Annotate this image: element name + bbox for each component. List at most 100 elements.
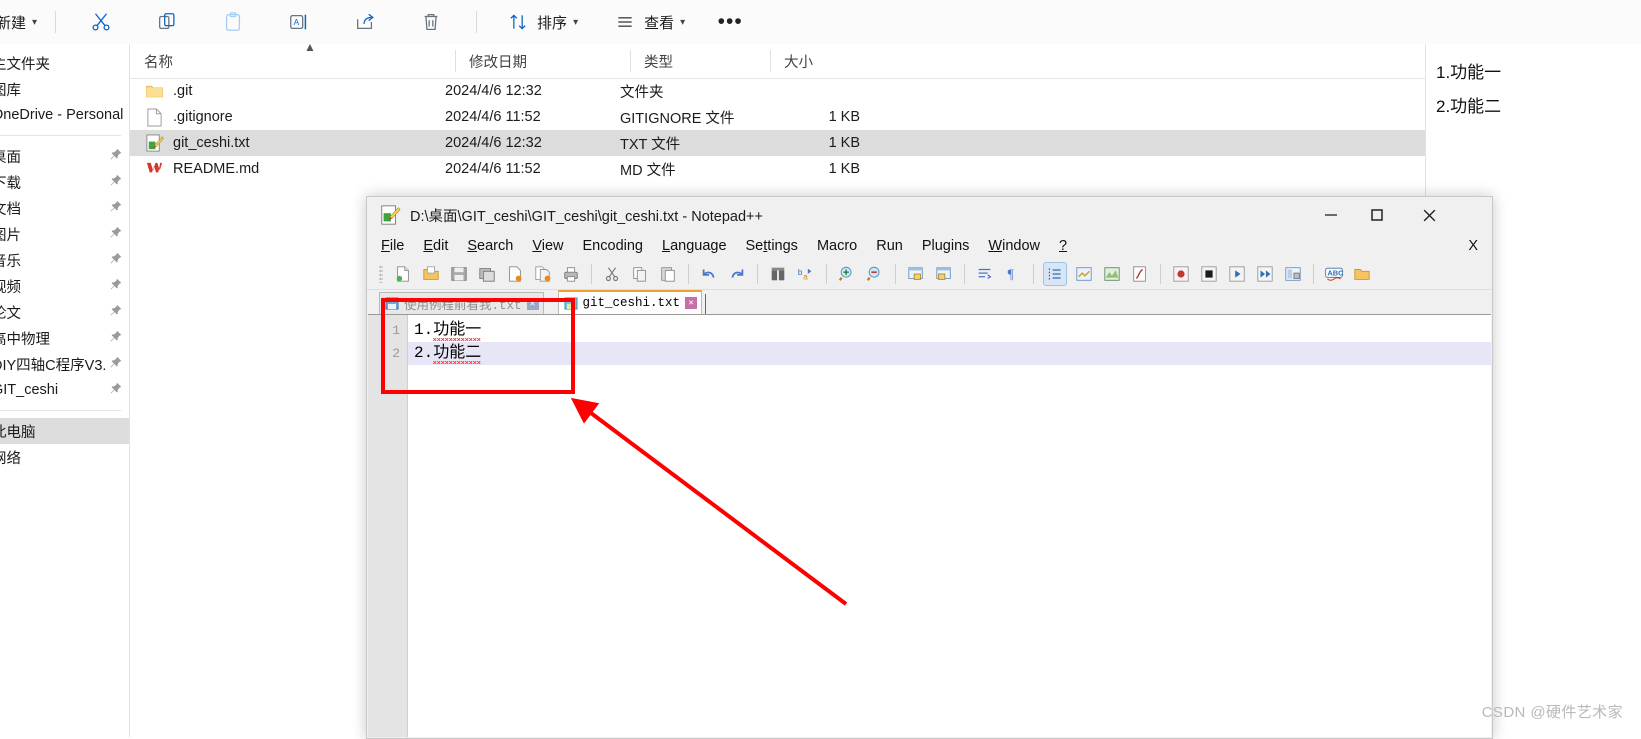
menu-item-run[interactable]: Run xyxy=(876,238,903,254)
paste-button[interactable] xyxy=(210,5,256,39)
minimize-button[interactable] xyxy=(1308,197,1354,233)
menu-item-edit[interactable]: Edit xyxy=(423,238,448,254)
sidebar-item-桌面[interactable]: 桌面 xyxy=(0,143,129,169)
column-header-type[interactable]: 类型 xyxy=(630,44,770,78)
stop-recording-icon[interactable] xyxy=(1198,263,1220,285)
editor-area[interactable]: 12 1.功能一 2.功能二 xyxy=(368,314,1491,737)
open-file-icon[interactable] xyxy=(420,263,442,285)
new-file-icon[interactable] xyxy=(392,263,414,285)
menu-item-view[interactable]: View xyxy=(532,238,563,254)
delete-button[interactable] xyxy=(408,5,454,39)
menu-item-encoding[interactable]: Encoding xyxy=(583,238,643,254)
sidebar-item-论文[interactable]: 论文 xyxy=(0,299,129,325)
print-icon[interactable] xyxy=(560,263,582,285)
code-content[interactable]: 1.功能一 2.功能二 xyxy=(408,315,1491,737)
sync-horizontal-scroll-icon[interactable] xyxy=(933,263,955,285)
sidebar-item-网络[interactable]: 网络 xyxy=(0,444,129,470)
menu-item-file[interactable]: File xyxy=(381,238,404,254)
open-folder-icon[interactable] xyxy=(1351,263,1373,285)
find-icon[interactable] xyxy=(767,263,789,285)
sidebar-item-主文件夹[interactable]: 主文件夹 xyxy=(0,50,129,76)
sidebar-item-图片[interactable]: 图片 xyxy=(0,221,129,247)
rename-button[interactable]: A xyxy=(276,5,322,39)
code-line[interactable]: 2.功能二 xyxy=(408,342,1491,365)
sidebar-item-图库[interactable]: 图库 xyxy=(0,76,129,102)
file-name-cell[interactable]: .git xyxy=(130,81,445,101)
sidebar-item-文档[interactable]: 文档 xyxy=(0,195,129,221)
cut-icon[interactable] xyxy=(601,263,623,285)
sidebar-item-音乐[interactable]: 音乐 xyxy=(0,247,129,273)
menu-item-macro[interactable]: Macro xyxy=(817,238,857,254)
playback-icon[interactable] xyxy=(1226,263,1248,285)
user-defined-dialog-icon[interactable] xyxy=(1073,263,1095,285)
show-all-characters-icon[interactable]: ¶ xyxy=(1002,263,1024,285)
cut-button[interactable] xyxy=(78,5,124,39)
pin-icon[interactable] xyxy=(109,304,123,318)
view-button[interactable]: 查看 ▾ xyxy=(602,5,695,39)
pin-icon[interactable] xyxy=(109,278,123,292)
menu-item-settings[interactable]: Settings xyxy=(746,238,798,254)
pin-icon[interactable] xyxy=(109,356,123,370)
close-file-icon[interactable] xyxy=(504,263,526,285)
paste-icon-npp[interactable] xyxy=(657,263,679,285)
copy-button[interactable] xyxy=(144,5,190,39)
replace-icon[interactable]: ba xyxy=(795,263,817,285)
menu-item-search[interactable]: Search xyxy=(467,238,513,254)
save-all-icon[interactable] xyxy=(476,263,498,285)
maximize-button[interactable] xyxy=(1354,197,1400,233)
file-name-cell[interactable]: README.md xyxy=(130,159,445,179)
indent-guideline-icon[interactable] xyxy=(1043,262,1067,286)
share-button[interactable] xyxy=(342,5,388,39)
pin-icon[interactable] xyxy=(109,200,123,214)
pin-icon[interactable] xyxy=(109,382,123,396)
close-document-button[interactable]: X xyxy=(1468,238,1478,254)
zoom-out-icon[interactable] xyxy=(864,263,886,285)
sidebar-item-OneDrive - Personal[interactable]: OneDrive - Personal xyxy=(0,102,129,128)
sync-vertical-scroll-icon[interactable] xyxy=(905,263,927,285)
file-name-cell[interactable]: .gitignore xyxy=(130,107,445,127)
sidebar-item-高中物理[interactable]: 高中物理 xyxy=(0,325,129,351)
toolbar-grip[interactable] xyxy=(379,265,383,283)
sidebar-item-下载[interactable]: 下载 xyxy=(0,169,129,195)
sort-button[interactable]: 排序 ▾ xyxy=(495,5,588,39)
start-recording-icon[interactable] xyxy=(1170,263,1192,285)
notepadpp-window[interactable]: D:\桌面\GIT_ceshi\GIT_ceshi\git_ceshi.txt … xyxy=(366,196,1493,739)
function-list-icon[interactable] xyxy=(1129,263,1151,285)
editor-tab[interactable]: git_ceshi.txt ✕ xyxy=(557,290,703,314)
table-row[interactable]: .git 2024/4/6 12:32 文件夹 xyxy=(130,78,1641,104)
editor-tab[interactable]: 使用例程前看我.txt ✕ xyxy=(379,292,544,314)
navigation-pane[interactable]: 主文件夹图库 OneDrive - Personal 桌面下载文档图片音乐视频论文高… xyxy=(0,44,130,737)
sidebar-item-此电脑[interactable]: 此电脑 xyxy=(0,418,129,444)
notepadpp-toolbar[interactable]: ba ¶ ABC xyxy=(367,259,1492,290)
close-button[interactable] xyxy=(1406,197,1452,233)
new-button[interactable]: 新建 ▾ xyxy=(0,5,47,39)
playback-multiple-icon[interactable] xyxy=(1254,263,1276,285)
copy-icon-npp[interactable] xyxy=(629,263,651,285)
more-button[interactable]: ••• xyxy=(707,5,753,39)
pin-icon[interactable] xyxy=(109,174,123,188)
spell-check-icon[interactable]: ABC xyxy=(1323,263,1345,285)
word-wrap-icon[interactable] xyxy=(974,263,996,285)
menu-item-language[interactable]: Language xyxy=(662,238,727,254)
close-all-files-icon[interactable] xyxy=(532,263,554,285)
zoom-in-icon[interactable] xyxy=(836,263,858,285)
pin-icon[interactable] xyxy=(109,252,123,266)
tab-close-icon[interactable]: ✕ xyxy=(526,297,539,310)
table-row[interactable]: .gitignore 2024/4/6 11:52 GITIGNORE 文件 1 KB xyxy=(130,104,1641,130)
table-row[interactable]: README.md 2024/4/6 11:52 MD 文件 1 KB xyxy=(130,156,1641,182)
column-header-date[interactable]: 修改日期 xyxy=(455,44,630,78)
redo-icon[interactable] xyxy=(726,263,748,285)
menu-item-[interactable]: ? xyxy=(1059,238,1067,254)
notepadpp-tab-bar[interactable]: 使用例程前看我.txt ✕ git_ceshi.txt ✕ xyxy=(367,290,1492,314)
code-line[interactable]: 1.功能一 xyxy=(408,319,1491,342)
pin-icon[interactable] xyxy=(109,148,123,162)
sidebar-item-DIY四轴C程序V3.[interactable]: DIY四轴C程序V3. xyxy=(0,351,129,377)
menu-item-plugins[interactable]: Plugins xyxy=(922,238,970,254)
pin-icon[interactable] xyxy=(109,330,123,344)
menu-item-window[interactable]: Window xyxy=(988,238,1040,254)
tab-close-icon[interactable]: ✕ xyxy=(685,297,698,309)
file-name-cell[interactable]: git_ceshi.txt xyxy=(130,133,445,153)
sidebar-item-GIT_ceshi[interactable]: GIT_ceshi xyxy=(0,377,129,403)
column-header-name[interactable]: 名称 ▲ xyxy=(130,40,455,78)
sidebar-item-视频[interactable]: 视频 xyxy=(0,273,129,299)
